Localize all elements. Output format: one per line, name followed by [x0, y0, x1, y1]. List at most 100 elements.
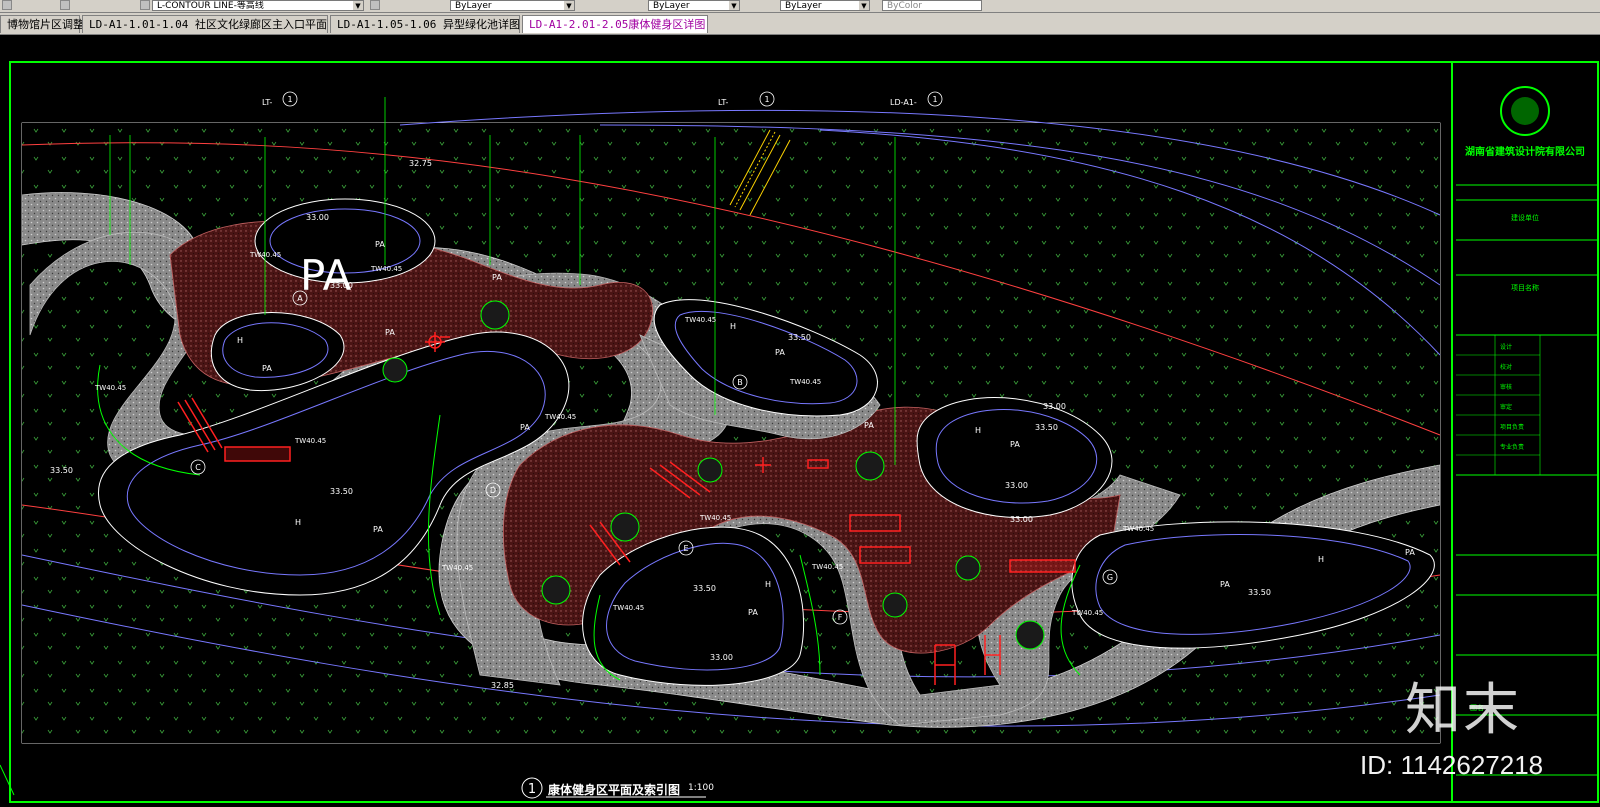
elevation-label: 33.50: [1035, 423, 1058, 432]
elevation-label: 33.00: [1043, 402, 1066, 411]
tw-label: TW40.45: [1071, 609, 1103, 617]
linetype-combo[interactable]: L-CONTOUR LINE-等高线 ▼: [152, 0, 364, 11]
elevation-label: 33.50: [330, 487, 353, 496]
tab-label: LD-A1-1.05-1.06 异型绿化池详图: [337, 18, 520, 31]
tb-row-project-lead: 项目负责: [1500, 423, 1524, 431]
watermark-id: ID: 1142627218: [1360, 750, 1544, 780]
elevation-label: 33.50: [1248, 588, 1271, 597]
tw-label: TW40.45: [811, 563, 843, 571]
tab-layout-4[interactable]: LD-A1-2.01-2.05康体健身区详图: [522, 15, 708, 33]
callout-number: 1: [287, 95, 292, 104]
pa-label: PA: [262, 364, 272, 373]
callout-number: 1: [932, 95, 937, 104]
project-label: 项目名称: [1511, 283, 1539, 292]
layer-combo-3-value: ByLayer: [785, 1, 822, 11]
h-label: H: [295, 518, 301, 527]
sheet-number: 1: [528, 782, 536, 797]
chevron-down-icon[interactable]: ▼: [564, 1, 574, 10]
tb-row-design: 设计: [1500, 343, 1512, 351]
cad-drawing: PA PA PA PA PA PA PA PA PA PA PA PA PA H…: [0, 61, 1599, 803]
tw-label: TW40.45: [684, 316, 716, 324]
tb-row-discipline-lead: 专业负责: [1500, 443, 1524, 451]
tw-label: TW40.45: [1122, 525, 1154, 533]
layer-icon[interactable]: [2, 0, 12, 10]
h-label: H: [237, 336, 243, 345]
layer-combo-2[interactable]: ByLayer ▼: [648, 0, 740, 11]
tab-label: LD-A1-2.01-2.05康体健身区详图: [529, 18, 706, 31]
linetype-icon[interactable]: [60, 0, 70, 10]
pa-label: PA: [375, 240, 385, 249]
elevation-label: 33.50: [693, 584, 716, 593]
h-label: H: [730, 322, 736, 331]
section-mark-g: G: [1107, 573, 1113, 582]
color-combo-value: ByColor: [887, 1, 922, 11]
tw-label: TW40.45: [370, 265, 402, 273]
tb-row-check: 校对: [1500, 363, 1512, 371]
pa-label: PA: [373, 525, 383, 534]
section-mark-a: A: [297, 294, 303, 303]
tb-row-review: 审核: [1500, 383, 1512, 391]
callout-number: 1: [764, 95, 769, 104]
tab-label: LD-A1-1.01-1.04 社区文化绿廊区主入口平面: [89, 18, 327, 31]
section-mark-f: F: [838, 613, 843, 622]
section-mark-b: B: [737, 378, 743, 387]
tw-label: TW40.45: [612, 604, 644, 612]
callout-ref: LD-A1-: [890, 98, 917, 107]
big-pa-label: PA: [300, 251, 352, 300]
client-label: 建设单位: [1511, 213, 1539, 222]
properties-toolbar: L-CONTOUR LINE-等高线 ▼ ByLayer ▼ ByLayer ▼ By…: [0, 0, 1600, 13]
tw-label: TW40.45: [249, 251, 281, 259]
callout-ref: LT-: [718, 98, 729, 107]
pa-label: PA: [1405, 548, 1415, 557]
chevron-down-icon[interactable]: ▼: [859, 1, 869, 10]
layer-combo-1[interactable]: ByLayer ▼: [450, 0, 575, 11]
pa-label: PA: [748, 608, 758, 617]
tab-layout-3[interactable]: LD-A1-1.05-1.06 异型绿化池详图: [330, 15, 520, 33]
tw-label: TW40.45: [441, 564, 473, 572]
chevron-down-icon[interactable]: ▼: [353, 1, 363, 10]
layout-tab-bar: 博物馆片区调整 LD-A1-1.01-1.04 社区文化绿廊区主入口平面 LD-…: [0, 13, 1600, 35]
company-name: 湖南省建筑设计院有限公司: [1465, 145, 1585, 158]
pa-label: PA: [864, 421, 874, 430]
color-swatch-icon[interactable]: [140, 0, 150, 10]
tab-layout-2[interactable]: LD-A1-1.01-1.04 社区文化绿廊区主入口平面: [82, 15, 328, 33]
tw-label: TW40.45: [789, 378, 821, 386]
pa-label: PA: [1220, 580, 1230, 589]
pa-label: PA: [1010, 440, 1020, 449]
watermark-logo: 知末: [1405, 678, 1521, 743]
chevron-down-icon[interactable]: ▼: [729, 1, 739, 10]
layer-combo-2-value: ByLayer: [653, 1, 690, 11]
sheet-scale: 1:100: [688, 783, 714, 793]
match-icon[interactable]: [370, 0, 380, 10]
h-label: H: [975, 426, 981, 435]
elevation-label: 33.00: [330, 281, 353, 290]
color-combo[interactable]: ByColor: [882, 0, 982, 11]
layer-combo-1-value: ByLayer: [455, 1, 492, 11]
elevation-label: 33.00: [306, 213, 329, 222]
tw-label: TW40.45: [294, 437, 326, 445]
layer-combo-3[interactable]: ByLayer ▼: [780, 0, 870, 11]
elevation-label: 33.00: [1005, 481, 1028, 490]
tw-label: TW40.45: [699, 514, 731, 522]
elevation-label: 33.00: [1010, 515, 1033, 524]
elevation-label: 33.50: [788, 333, 811, 342]
tab-layout-1[interactable]: 博物馆片区调整: [0, 15, 84, 33]
pa-label: PA: [775, 348, 785, 357]
pa-label: PA: [492, 273, 502, 282]
drawing-canvas[interactable]: PA PA PA PA PA PA PA PA PA PA PA PA PA H…: [0, 35, 1600, 807]
callout-ref: LT-: [262, 98, 273, 107]
tab-label: 博物馆片区调整: [7, 18, 84, 31]
elevation-label: 32.85: [491, 681, 514, 690]
pa-label: PA: [520, 423, 530, 432]
tw-label: TW40.45: [544, 413, 576, 421]
section-mark-e: E: [683, 544, 688, 553]
h-label: H: [765, 580, 771, 589]
section-mark-c: C: [195, 463, 201, 472]
linetype-combo-value: L-CONTOUR LINE-等高线: [157, 1, 264, 11]
sheet-title: 康体健身区平面及索引图: [548, 783, 681, 797]
elevation-label: 32.75: [409, 159, 432, 168]
elevation-label: 33.00: [710, 653, 733, 662]
elevation-label: 33.50: [50, 466, 73, 475]
pa-label: PA: [385, 328, 395, 337]
section-mark-d: D: [490, 486, 496, 495]
